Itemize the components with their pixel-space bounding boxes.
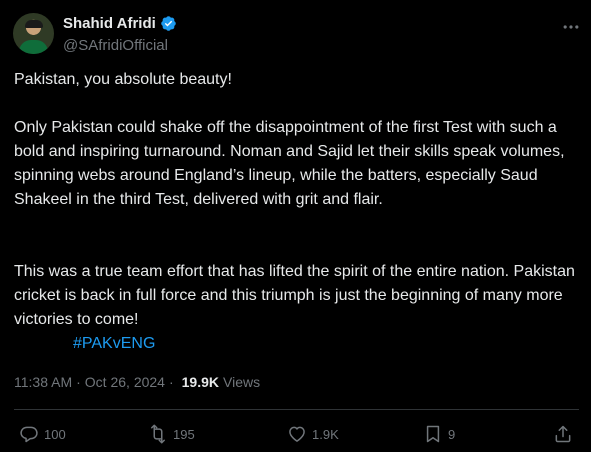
author-name-row: Shahid Afridi — [63, 15, 177, 32]
more-button[interactable] — [560, 16, 582, 38]
repost-count: 195 — [173, 426, 195, 442]
repost-icon — [151, 424, 165, 444]
like-button[interactable]: 1.9K — [287, 424, 339, 444]
avatar[interactable] — [13, 13, 54, 54]
hashtag-link[interactable]: #PAKvENG — [73, 332, 155, 356]
tweet-paragraph-2: Only Pakistan could shake off the disapp… — [14, 119, 565, 208]
tweet-card: Shahid Afridi @SAfridiOfficial Pakistan,… — [0, 0, 591, 452]
meta-separator-2: · — [168, 374, 174, 390]
reply-icon — [20, 426, 38, 443]
share-icon — [555, 425, 571, 443]
bookmark-count: 9 — [448, 426, 456, 442]
meta-separator: · — [76, 374, 81, 390]
tweet-paragraph-1: Pakistan, you absolute beauty! — [14, 71, 232, 88]
like-count: 1.9K — [312, 426, 339, 442]
avatar-cap — [25, 20, 43, 28]
bookmark-button[interactable]: 9 — [423, 424, 455, 444]
tweet-paragraph-3: This was a true team effort that has lif… — [14, 263, 575, 328]
views-count[interactable]: 19.9K — [182, 374, 219, 390]
tweet-meta: 11:38 AM · Oct 26, 2024 · 19.9K Views — [14, 374, 260, 390]
repost-button[interactable]: 195 — [148, 424, 195, 444]
share-button[interactable] — [553, 424, 573, 444]
more-icon — [563, 25, 579, 29]
author-handle[interactable]: @SAfridiOfficial — [63, 37, 168, 54]
tweet-time[interactable]: 11:38 AM — [14, 374, 72, 390]
reply-count: 100 — [44, 426, 66, 442]
author-name[interactable]: Shahid Afridi — [63, 15, 156, 32]
tweet-date[interactable]: Oct 26, 2024 — [85, 374, 165, 390]
views-label: Views — [223, 374, 261, 390]
avatar-shirt — [19, 40, 48, 54]
bookmark-icon — [426, 425, 440, 443]
divider — [14, 409, 579, 410]
verified-badge-icon — [161, 16, 176, 31]
reply-button[interactable]: 100 — [19, 424, 66, 444]
like-icon — [289, 426, 305, 442]
